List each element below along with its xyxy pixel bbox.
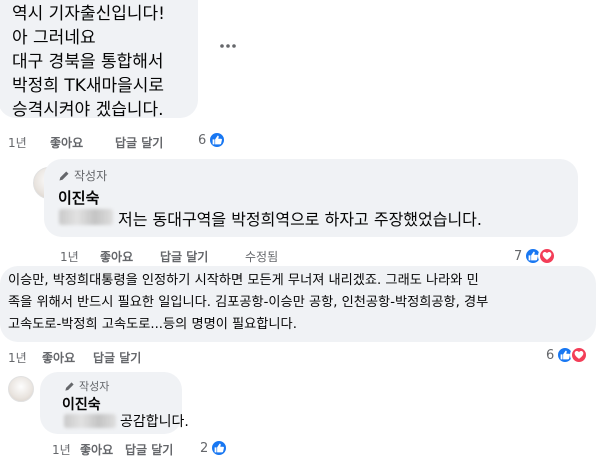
comment-text: 이승만, 박정희대통령을 인정하기 시작하면 모든게 무너져 내리겠죠. 그래도… — [8, 270, 488, 336]
mention-placeholder — [64, 414, 116, 428]
reaction-count: 2 — [200, 440, 209, 456]
reaction-summary[interactable]: 2 — [200, 439, 229, 457]
reaction-count: 6 — [198, 132, 207, 148]
comment-time[interactable]: 1년 — [8, 134, 27, 151]
reaction-summary[interactable]: 6 — [546, 346, 589, 364]
like-button[interactable]: 좋아요 — [80, 441, 113, 458]
reply-button[interactable]: 답글 달기 — [160, 248, 208, 265]
comment-line: 족을 위해서 반드시 필요한 일입니다. 김포공항-이승만 공항, 인천공항-박… — [8, 295, 489, 310]
comment-line: 박정희 TK새마을시로 — [12, 76, 165, 96]
reply-button[interactable]: 답글 달기 — [125, 441, 173, 458]
comment-line: 이승만, 박정희대통령을 인정하기 시작하면 모든게 무너져 내리겠죠. 그래도… — [8, 273, 479, 288]
pen-icon — [65, 381, 74, 391]
like-button[interactable]: 좋아요 — [100, 248, 133, 265]
reply-button[interactable]: 답글 달기 — [93, 349, 141, 366]
comment-time[interactable]: 1년 — [8, 349, 27, 366]
thumbs-up-icon — [210, 439, 229, 457]
heart-icon — [570, 346, 589, 364]
comment-line: 아 그러네요 — [12, 28, 96, 48]
reply-time[interactable]: 1년 — [52, 441, 71, 458]
author-name[interactable]: 이진숙 — [62, 394, 101, 414]
reaction-summary[interactable]: 6 — [198, 131, 227, 149]
author-badge: 작성자 — [58, 167, 107, 184]
reaction-count: 7 — [514, 248, 523, 264]
author-name[interactable]: 이진숙 — [58, 187, 99, 208]
more-options-button[interactable] — [216, 38, 240, 54]
comment-text: 역시 기자출신입니다! 아 그러네요 대구 경북을 통합해서 박정희 TK새마을… — [12, 2, 165, 122]
avatar[interactable] — [8, 376, 34, 402]
reply-text: 공감합니다. — [120, 414, 189, 430]
badge-label: 작성자 — [74, 169, 108, 183]
comment-line: 역시 기자출신입니다! — [12, 4, 165, 24]
comment-line: 대구 경북을 통합해서 — [12, 52, 164, 72]
edited-label: 수정됨 — [245, 250, 279, 264]
reply-button[interactable]: 답글 달기 — [115, 134, 163, 151]
more-horizontal-icon — [220, 44, 236, 48]
mention-placeholder — [59, 209, 113, 225]
badge-label: 작성자 — [79, 380, 110, 393]
comment-line: 고속도로-박정희 고속도로...등의 명명이 필요합니다. — [8, 317, 297, 332]
reply-time[interactable]: 1년 — [60, 248, 79, 265]
author-badge: 작성자 — [64, 378, 109, 394]
reaction-summary[interactable]: 7 — [514, 247, 557, 265]
like-button[interactable]: 좋아요 — [50, 134, 83, 151]
pen-icon — [59, 171, 69, 180]
reaction-count: 6 — [546, 347, 555, 363]
thumbs-up-icon — [208, 131, 227, 149]
like-button[interactable]: 좋아요 — [42, 349, 75, 366]
reply-text: 저는 동대구역을 박정희역으로 하자고 주장했었습니다. — [118, 210, 482, 229]
comment-line: 승격시켜야 겠습니다. — [12, 100, 164, 120]
heart-icon — [538, 247, 557, 265]
